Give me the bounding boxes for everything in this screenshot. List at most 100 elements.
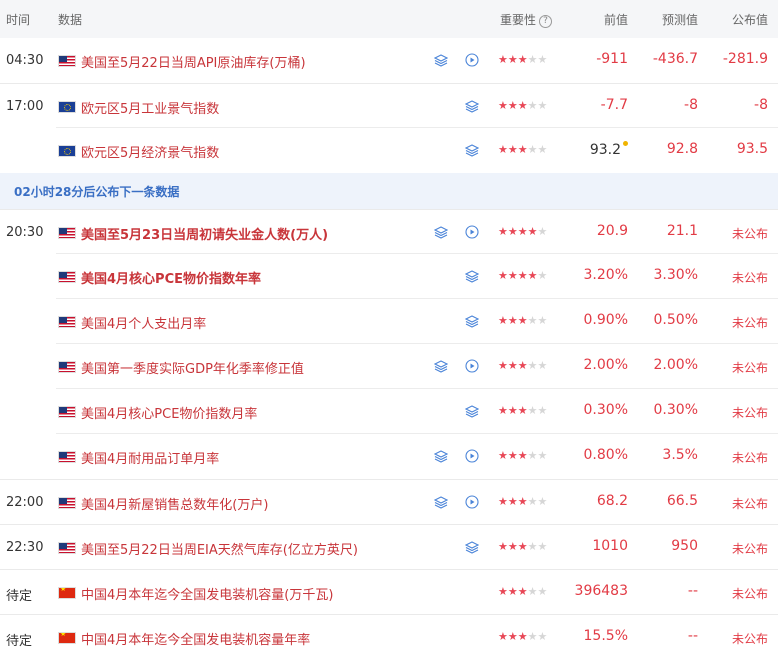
table-row[interactable]: 美国4月个人支出月率 ★★★★★ 0.90% 0.50% 未公布 xyxy=(0,299,778,344)
star-icon: ★ xyxy=(527,99,538,112)
layers-icon[interactable] xyxy=(464,314,480,328)
header-importance: 重要性? xyxy=(500,11,553,28)
star-icon: ★ xyxy=(527,495,538,508)
star-icon: ★ xyxy=(537,359,548,372)
previous-value-text: 0.30% xyxy=(583,402,628,418)
layers-icon[interactable] xyxy=(464,143,480,157)
event-name[interactable]: 美国4月个人支出月率 xyxy=(81,313,206,332)
star-icon: ★ xyxy=(537,585,548,598)
play-icon[interactable] xyxy=(465,449,479,463)
table-row[interactable]: 22:30 美国至5月22日当周EIA天然气库存(亿立方英尺) ★★★★★ 1010 9… xyxy=(0,524,778,569)
star-icon: ★ xyxy=(527,404,538,417)
flag-us-icon xyxy=(58,227,76,239)
play-icon[interactable] xyxy=(465,495,479,509)
table-row[interactable]: 美国4月核心PCE物价指数年率 ★★★★★ 3.20% 3.30% 未公布 xyxy=(0,254,778,299)
next-release-text: 02小时28分后公布下一条数据 xyxy=(14,185,180,199)
flag-eu-icon xyxy=(58,145,76,157)
star-icon: ★ xyxy=(527,225,538,238)
star-icon: ★ xyxy=(507,269,518,282)
help-icon[interactable]: ? xyxy=(539,15,553,28)
event-name[interactable]: 美国4月核心PCE物价指数年率 xyxy=(81,268,261,287)
previous-value-text: 396483 xyxy=(574,583,628,599)
actual-value: 未公布 xyxy=(731,542,768,556)
layers-icon[interactable] xyxy=(464,404,480,418)
star-icon: ★ xyxy=(507,585,518,598)
star-icon: ★ xyxy=(498,404,508,417)
event-time: 20:30 xyxy=(6,225,44,240)
event-name[interactable]: 美国4月耐用品订单月率 xyxy=(81,448,219,467)
event-name[interactable]: 美国第一季度实际GDP年化季率修正值 xyxy=(81,358,304,377)
layers-icon[interactable] xyxy=(464,269,480,283)
flag-us-icon xyxy=(58,497,76,509)
importance-stars: ★★★★★ xyxy=(498,269,547,282)
table-row[interactable]: 待定中国4月本年迄今全国发电装机容量(万千瓦)★★★★★396483--未公布 xyxy=(0,569,778,614)
star-icon: ★ xyxy=(517,99,528,112)
next-release-banner: 02小时28分后公布下一条数据 xyxy=(0,173,778,209)
previous-value-text: -911 xyxy=(596,51,628,67)
table-row[interactable]: 美国第一季度实际GDP年化季率修正值 ★★★★★ 2.00% 2.00% 未公布 xyxy=(0,344,778,389)
previous-value: 15.5% xyxy=(584,628,628,644)
table-row[interactable]: 欧元区5月经济景气指数 ★★★★★ 93.2 92.8 93.5 xyxy=(0,128,778,173)
forecast-value: 3.30% xyxy=(653,267,698,283)
star-icon: ★ xyxy=(527,143,538,156)
event-name[interactable]: 欧元区5月工业景气指数 xyxy=(81,98,219,117)
event-name[interactable]: 中国4月本年迄今全国发电装机容量年率 xyxy=(81,629,310,648)
play-icon[interactable] xyxy=(465,225,479,239)
star-icon: ★ xyxy=(507,99,518,112)
layers-icon[interactable] xyxy=(433,53,449,67)
play-icon[interactable] xyxy=(465,53,479,67)
event-name[interactable]: 美国4月新屋销售总数年化(万户) xyxy=(81,494,268,513)
previous-value-text: 93.2 xyxy=(589,142,621,158)
importance-stars: ★★★★★ xyxy=(498,404,547,417)
star-icon: ★ xyxy=(507,630,518,643)
star-icon: ★ xyxy=(537,53,548,66)
event-name[interactable]: 美国至5月23日当周初请失业金人数(万人) xyxy=(81,224,328,243)
actual-value: -8 xyxy=(754,97,768,113)
event-name[interactable]: 中国4月本年迄今全国发电装机容量(万千瓦) xyxy=(81,584,333,603)
header-data: 数据 xyxy=(58,13,83,27)
layers-icon[interactable] xyxy=(433,359,449,373)
table-header: 时间 数据 重要性? 前值 预测值 公布值 xyxy=(0,0,778,38)
table-row[interactable]: 17:00 欧元区5月工业景气指数 ★★★★★ -7.7 -8 -8 xyxy=(0,83,778,128)
event-name[interactable]: 欧元区5月经济景气指数 xyxy=(81,142,219,161)
forecast-value: 950 xyxy=(671,538,698,554)
star-icon: ★ xyxy=(537,449,548,462)
layers-icon[interactable] xyxy=(433,225,449,239)
importance-stars: ★★★★★ xyxy=(498,99,547,112)
star-icon: ★ xyxy=(507,540,518,553)
table-row[interactable]: 04:30 美国至5月22日当周API原油库存(万桶) ★★★★★ -911 -436.… xyxy=(0,38,778,83)
star-icon: ★ xyxy=(507,314,518,327)
layers-icon[interactable] xyxy=(433,449,449,463)
layers-icon[interactable] xyxy=(464,99,480,113)
star-icon: ★ xyxy=(498,495,508,508)
play-icon[interactable] xyxy=(465,359,479,373)
star-icon: ★ xyxy=(498,359,508,372)
previous-value-text: -7.7 xyxy=(600,97,628,113)
table-row[interactable]: 20:30 美国至5月23日当周初请失业金人数(万人) ★★★★★ 20.9 21.1 未… xyxy=(0,209,778,254)
table-row[interactable]: 美国4月核心PCE物价指数月率 ★★★★★ 0.30% 0.30% 未公布 xyxy=(0,389,778,434)
previous-value: -911 xyxy=(596,51,628,67)
layers-icon[interactable] xyxy=(433,495,449,509)
previous-value: 1010 xyxy=(592,538,628,554)
event-time: 待定 xyxy=(6,634,33,649)
star-icon: ★ xyxy=(537,630,548,643)
event-name[interactable]: 美国至5月22日当周API原油库存(万桶) xyxy=(81,52,306,71)
star-icon: ★ xyxy=(527,269,538,282)
star-icon: ★ xyxy=(517,359,528,372)
event-name[interactable]: 美国至5月22日当周EIA天然气库存(亿立方英尺) xyxy=(81,539,358,558)
table-row[interactable]: 22:00 美国4月新屋销售总数年化(万户) ★★★★★ 68.2 66.5 未公布 xyxy=(0,479,778,524)
header-forecast: 预测值 xyxy=(661,13,698,27)
importance-stars: ★★★★★ xyxy=(498,53,547,66)
layers-icon[interactable] xyxy=(464,540,480,554)
table-row[interactable]: 待定中国4月本年迄今全国发电装机容量年率★★★★★15.5%--未公布 xyxy=(0,614,778,659)
star-icon: ★ xyxy=(507,143,518,156)
event-name[interactable]: 美国4月核心PCE物价指数月率 xyxy=(81,403,257,422)
table-row[interactable]: 美国4月耐用品订单月率 ★★★★★ 0.80% 3.5% 未公布 xyxy=(0,434,778,479)
forecast-value: 3.5% xyxy=(662,447,698,463)
event-time: 17:00 xyxy=(6,99,44,114)
star-icon: ★ xyxy=(537,143,548,156)
star-icon: ★ xyxy=(517,225,528,238)
previous-value: 68.2 xyxy=(597,493,628,509)
previous-value: 0.80% xyxy=(584,447,628,463)
previous-value: 2.00% xyxy=(584,357,628,373)
